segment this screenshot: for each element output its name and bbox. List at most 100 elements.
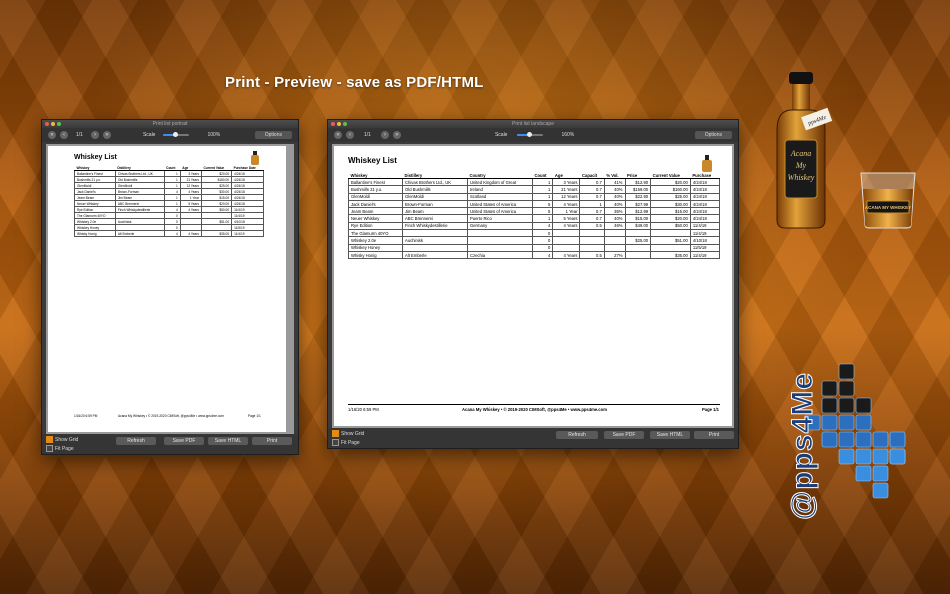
- table-cell: [603, 229, 626, 238]
- table-row: Bushmills 21 y.o. Old Bushmills Ireland 1 21…: [348, 185, 721, 194]
- table-cell: 11/4/19: [689, 250, 721, 260]
- save-html-button[interactable]: Save HTML: [650, 431, 690, 439]
- table-cell: 11/4/19: [689, 229, 721, 238]
- table-cell: 0: [531, 229, 554, 238]
- table-cell: 27%: [603, 250, 626, 260]
- table-cell: 1 Year: [552, 207, 581, 216]
- scale-slider-knob[interactable]: [173, 132, 179, 137]
- show-grid-box[interactable]: [46, 436, 53, 443]
- page-indicator: 1/1: [364, 132, 371, 138]
- close-window-button[interactable]: [331, 122, 335, 126]
- print-button[interactable]: Print: [252, 437, 292, 445]
- table-cell: ABC Brennerei: [402, 214, 468, 223]
- table-row: Jack Daniel's Brown-Forman United States o…: [348, 199, 721, 209]
- doc-title: Whiskey List: [74, 154, 117, 161]
- logo-block: [821, 414, 838, 431]
- landscape-preview-window: Print list landscape « ‹ 1/1 › » Scale 1…: [327, 119, 739, 449]
- minimize-window-button[interactable]: [51, 122, 55, 126]
- whiskey-bottle-image: Acana My Whiskey pps4Me: [767, 72, 835, 230]
- fit-page-box[interactable]: [46, 445, 53, 452]
- table-cell: 4/10/18: [689, 236, 721, 245]
- logo-block: [855, 448, 872, 465]
- table-cell: [552, 243, 581, 252]
- table-cell: Czechia: [466, 250, 533, 260]
- portrait-preview-window: Print list portrait « ‹ 1/1 › » Scale 10…: [41, 119, 299, 455]
- show-grid-box[interactable]: [332, 430, 339, 437]
- table-cell: 0.7: [579, 185, 605, 194]
- table-cell: $12.90: [624, 177, 652, 187]
- table-cell: Whiskey 2.0e: [348, 236, 403, 245]
- prev-icon[interactable]: ‹: [60, 131, 68, 139]
- table-cell: 4/24/18: [689, 192, 721, 201]
- table-row: GlenMoldi GlenMoldi Scotland 1 12 Years 0.7 40…: [348, 192, 721, 201]
- scale-slider[interactable]: [517, 132, 544, 137]
- fit-page-box[interactable]: [332, 439, 339, 446]
- print-button[interactable]: Print: [694, 431, 734, 439]
- table-cell: Whisky Honig: [74, 230, 116, 237]
- table-cell: Jim Beam: [402, 207, 468, 216]
- show-grid-checkbox[interactable]: Show Grid: [46, 436, 78, 443]
- save-html-button[interactable]: Save HTML: [208, 437, 248, 445]
- bottle-label-line2: My: [795, 161, 807, 170]
- table-cell: 4: [531, 221, 554, 231]
- options-button[interactable]: Options: [254, 131, 292, 139]
- page-footer-center: Acana My Whiskey • © 2019-2020 CIMSoft, …: [462, 407, 607, 412]
- table-cell: $15.00: [624, 214, 652, 223]
- table-cell: [552, 236, 581, 245]
- refresh-button[interactable]: Refresh: [116, 437, 156, 445]
- next-icon[interactable]: ›: [380, 131, 389, 139]
- table-cell: 4 Years: [552, 199, 581, 209]
- zoom-window-button[interactable]: [57, 122, 61, 126]
- table-cell: $35.00: [200, 230, 233, 237]
- table-cell: 40%: [603, 192, 626, 201]
- fit-page-checkbox[interactable]: Fit Page: [46, 445, 74, 452]
- table-cell: United States of America: [466, 199, 533, 209]
- logo-block: [821, 380, 838, 397]
- minimize-window-button[interactable]: [337, 122, 341, 126]
- table-cell: 0.5: [579, 221, 605, 231]
- logo-block: [889, 448, 906, 465]
- table-cell: 1: [579, 199, 605, 209]
- zoom-window-button[interactable]: [343, 122, 347, 126]
- table-cell: Old Bushmills: [402, 185, 468, 194]
- next-icon[interactable]: ›: [90, 131, 99, 139]
- table-cell: Brown-Forman: [402, 199, 468, 209]
- table-cell: 4: [531, 250, 554, 260]
- logo-block: [838, 414, 855, 431]
- bottle-label-line3: Whiskey: [788, 173, 815, 182]
- table-cell: Whiskey Honey: [348, 243, 403, 252]
- table-cell: $51.00: [650, 236, 691, 245]
- table-cell: $160.00: [650, 185, 691, 194]
- options-button[interactable]: Options: [694, 131, 732, 139]
- scale-slider-knob[interactable]: [527, 132, 533, 137]
- table-cell: 1: [531, 177, 554, 187]
- scale-label: Scale: [494, 132, 508, 138]
- table-row: Whisky Honig Alt Emberle Czechia 4 4 Years 0.…: [348, 250, 721, 260]
- logo-block: [855, 431, 872, 448]
- table-cell: Puerto Rico: [466, 214, 533, 223]
- show-grid-checkbox[interactable]: Show Grid: [332, 430, 364, 437]
- table-cell: 0: [531, 243, 554, 252]
- skip-last-icon[interactable]: »: [392, 131, 401, 139]
- close-window-button[interactable]: [45, 122, 49, 126]
- pps4me-logo-text: @pps4Me: [786, 372, 820, 521]
- skip-last-icon[interactable]: »: [102, 131, 111, 139]
- skip-first-icon[interactable]: «: [48, 131, 56, 139]
- logo-block: [838, 380, 855, 397]
- save-pdf-button[interactable]: Save PDF: [604, 431, 644, 439]
- scale-slider[interactable]: [163, 132, 190, 137]
- table-cell: 4 Years: [179, 230, 202, 237]
- table-cell: $20.00: [650, 214, 691, 223]
- table-cell: [402, 229, 468, 238]
- fit-page-checkbox[interactable]: Fit Page: [332, 439, 360, 446]
- table-cell: 41%: [603, 177, 626, 187]
- table-cell: 4 Years: [552, 250, 581, 260]
- table-cell: Germany: [466, 221, 533, 231]
- table-cell: [624, 250, 652, 260]
- table-cell: [466, 229, 533, 238]
- skip-first-icon[interactable]: «: [334, 131, 342, 139]
- save-pdf-button[interactable]: Save PDF: [164, 437, 204, 445]
- refresh-button[interactable]: Refresh: [556, 431, 598, 439]
- prev-icon[interactable]: ‹: [346, 131, 354, 139]
- whiskey-table: Whiskey Distillery Count Age Current Value Pu…: [74, 166, 264, 237]
